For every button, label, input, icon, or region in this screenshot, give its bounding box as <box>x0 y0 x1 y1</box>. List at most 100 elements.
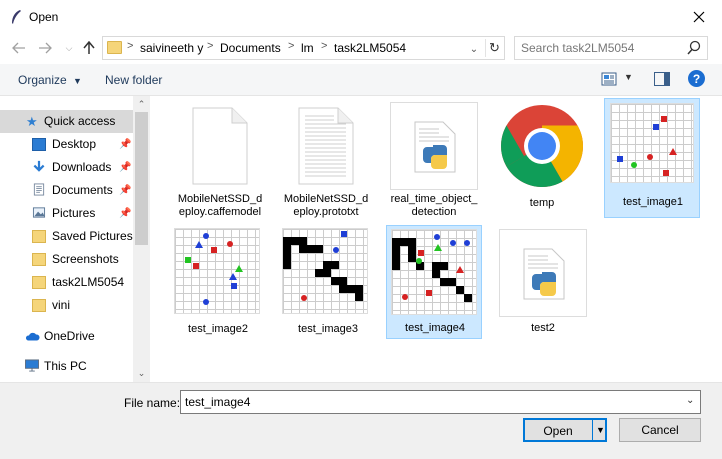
blue-dot <box>450 240 456 246</box>
red-square <box>211 247 217 253</box>
sidebar-item-desktop[interactable]: Desktop 📌 <box>0 133 133 156</box>
breadcrumb-documents[interactable]: Documents <box>220 41 281 55</box>
document-icon <box>33 183 45 196</box>
file-item-test-image1[interactable]: test_image1 <box>604 98 700 218</box>
green-square <box>185 257 191 263</box>
bottom-panel: File name: ⌄ Open ▼ Cancel <box>0 382 722 459</box>
navigation-pane: ★ Quick access Desktop 📌 Downloads 📌 Doc… <box>0 96 150 382</box>
blue-dot <box>464 240 470 246</box>
back-button[interactable] <box>10 38 28 58</box>
open-label: Open <box>543 424 573 438</box>
sidebar-item-label: vini <box>52 298 71 312</box>
red-dot <box>301 295 307 301</box>
open-dropdown-button[interactable]: ▼ <box>592 419 608 441</box>
pin-icon: 📌 <box>119 139 132 150</box>
image-thumbnail <box>610 103 694 183</box>
pin-icon: 📌 <box>119 208 132 219</box>
sidebar-item-task2lm5054[interactable]: task2LM5054 <box>0 271 133 294</box>
sidebar-item-quick-access[interactable]: ★ Quick access <box>0 110 133 133</box>
sidebar-item-onedrive[interactable]: OneDrive <box>0 325 133 348</box>
file-name: MobileNetSSD_d eploy.caffemodel <box>177 193 263 218</box>
up-button[interactable] <box>80 38 98 58</box>
refresh-icon: ↻ <box>489 40 500 55</box>
forward-button[interactable] <box>36 38 54 58</box>
image-thumbnail <box>282 228 368 314</box>
sidebar-item-downloads[interactable]: Downloads 📌 <box>0 156 133 179</box>
file-item-test-image4[interactable]: test_image4 <box>386 225 482 339</box>
python-file-icon <box>414 121 456 173</box>
red-triangle <box>456 266 464 273</box>
scroll-up-icon[interactable]: ⌃ <box>135 97 148 111</box>
file-name: real_time_object_ detection <box>390 193 478 218</box>
breadcrumb-saivineeth[interactable]: saivineeth y <box>140 41 203 55</box>
file-name-input[interactable] <box>180 390 701 414</box>
arrow-left-icon <box>12 42 25 54</box>
sidebar-item-label: Quick access <box>44 114 116 128</box>
new-folder-button[interactable]: New folder <box>105 73 162 87</box>
desktop-icon <box>32 138 46 151</box>
scroll-thumb[interactable] <box>135 112 148 245</box>
computer-icon <box>25 359 39 372</box>
feather-icon <box>12 10 21 24</box>
red-dot <box>647 154 653 160</box>
sidebar-item-label: Screenshots <box>52 252 119 266</box>
address-dropdown-button[interactable]: ⌄ <box>466 41 482 57</box>
chevron-right-icon: > <box>207 40 214 52</box>
file-item-real-time-object-detection[interactable]: real_time_object_ detection <box>386 98 482 218</box>
blue-dot <box>203 233 209 239</box>
refresh-button[interactable]: ↻ <box>485 39 503 57</box>
address-bar[interactable]: > saivineeth y > Documents > lm > task2L… <box>102 36 505 60</box>
dropdown-arrow-icon: ▼ <box>596 425 605 435</box>
download-icon <box>33 160 45 172</box>
breadcrumb-task2lm5054[interactable]: task2LM5054 <box>334 41 406 55</box>
file-item-prototxt[interactable]: MobileNetSSD_d eploy.prototxt <box>278 98 374 218</box>
view-dropdown-icon[interactable]: ▼ <box>624 72 633 82</box>
text-file-icon <box>298 107 354 185</box>
organize-button[interactable]: Organize ▼ <box>18 73 82 87</box>
sidebar-item-this-pc[interactable]: This PC <box>0 355 133 378</box>
file-list: MobileNetSSD_d eploy.caffemodel MobileNet… <box>150 96 722 382</box>
red-square <box>193 263 199 269</box>
sidebar-item-label: Saved Pictures <box>52 229 133 243</box>
preview-pane-icon[interactable] <box>654 72 670 86</box>
view-options-icon[interactable] <box>601 72 617 86</box>
red-square <box>661 116 667 122</box>
file-item-temp[interactable]: temp <box>494 98 590 218</box>
sidebar-item-pictures[interactable]: Pictures 📌 <box>0 202 133 225</box>
sidebar-item-documents[interactable]: Documents 📌 <box>0 179 133 202</box>
chevron-down-icon[interactable]: ⌄ <box>686 395 694 406</box>
sidebar-scrollbar[interactable]: ⌃ ⌄ <box>133 96 150 382</box>
sidebar-item-label: task2LM5054 <box>52 275 125 289</box>
file-name: temp <box>529 197 555 209</box>
sidebar-item-screenshots[interactable]: Screenshots <box>0 248 133 271</box>
help-icon[interactable]: ? <box>688 70 705 87</box>
folder-icon <box>32 276 46 289</box>
file-name: test_image4 <box>405 322 465 334</box>
dropdown-arrow-icon: ▼ <box>73 76 82 86</box>
file-item-test-image3[interactable]: test_image3 <box>280 225 376 345</box>
red-dot <box>227 241 233 247</box>
open-button[interactable]: Open ▼ <box>523 418 607 442</box>
sidebar-item-vini[interactable]: vini <box>0 294 133 317</box>
search-box[interactable] <box>514 36 708 60</box>
file-name: MobileNetSSD_d eploy.prototxt <box>283 193 369 218</box>
blue-square <box>341 231 347 237</box>
blue-square <box>231 283 237 289</box>
red-triangle <box>669 148 677 155</box>
blue-dot <box>434 234 440 240</box>
file-item-caffemodel[interactable]: MobileNetSSD_d eploy.caffemodel <box>172 98 268 218</box>
cancel-button[interactable]: Cancel <box>619 418 701 442</box>
file-preview <box>390 102 478 190</box>
blue-triangle <box>195 241 203 248</box>
breadcrumb-lm[interactable]: lm <box>301 41 314 55</box>
scroll-down-icon[interactable]: ⌄ <box>135 366 148 380</box>
green-dot <box>631 162 637 168</box>
sidebar-item-saved-pictures[interactable]: Saved Pictures <box>0 225 133 248</box>
green-triangle <box>235 265 243 272</box>
close-button[interactable] <box>684 4 714 30</box>
file-item-test2[interactable]: test2 <box>495 225 591 345</box>
search-input[interactable] <box>521 40 681 56</box>
file-item-test-image2[interactable]: test_image2 <box>170 225 266 345</box>
green-triangle <box>434 244 442 251</box>
recent-locations-button[interactable]: ⌵ <box>60 38 78 58</box>
